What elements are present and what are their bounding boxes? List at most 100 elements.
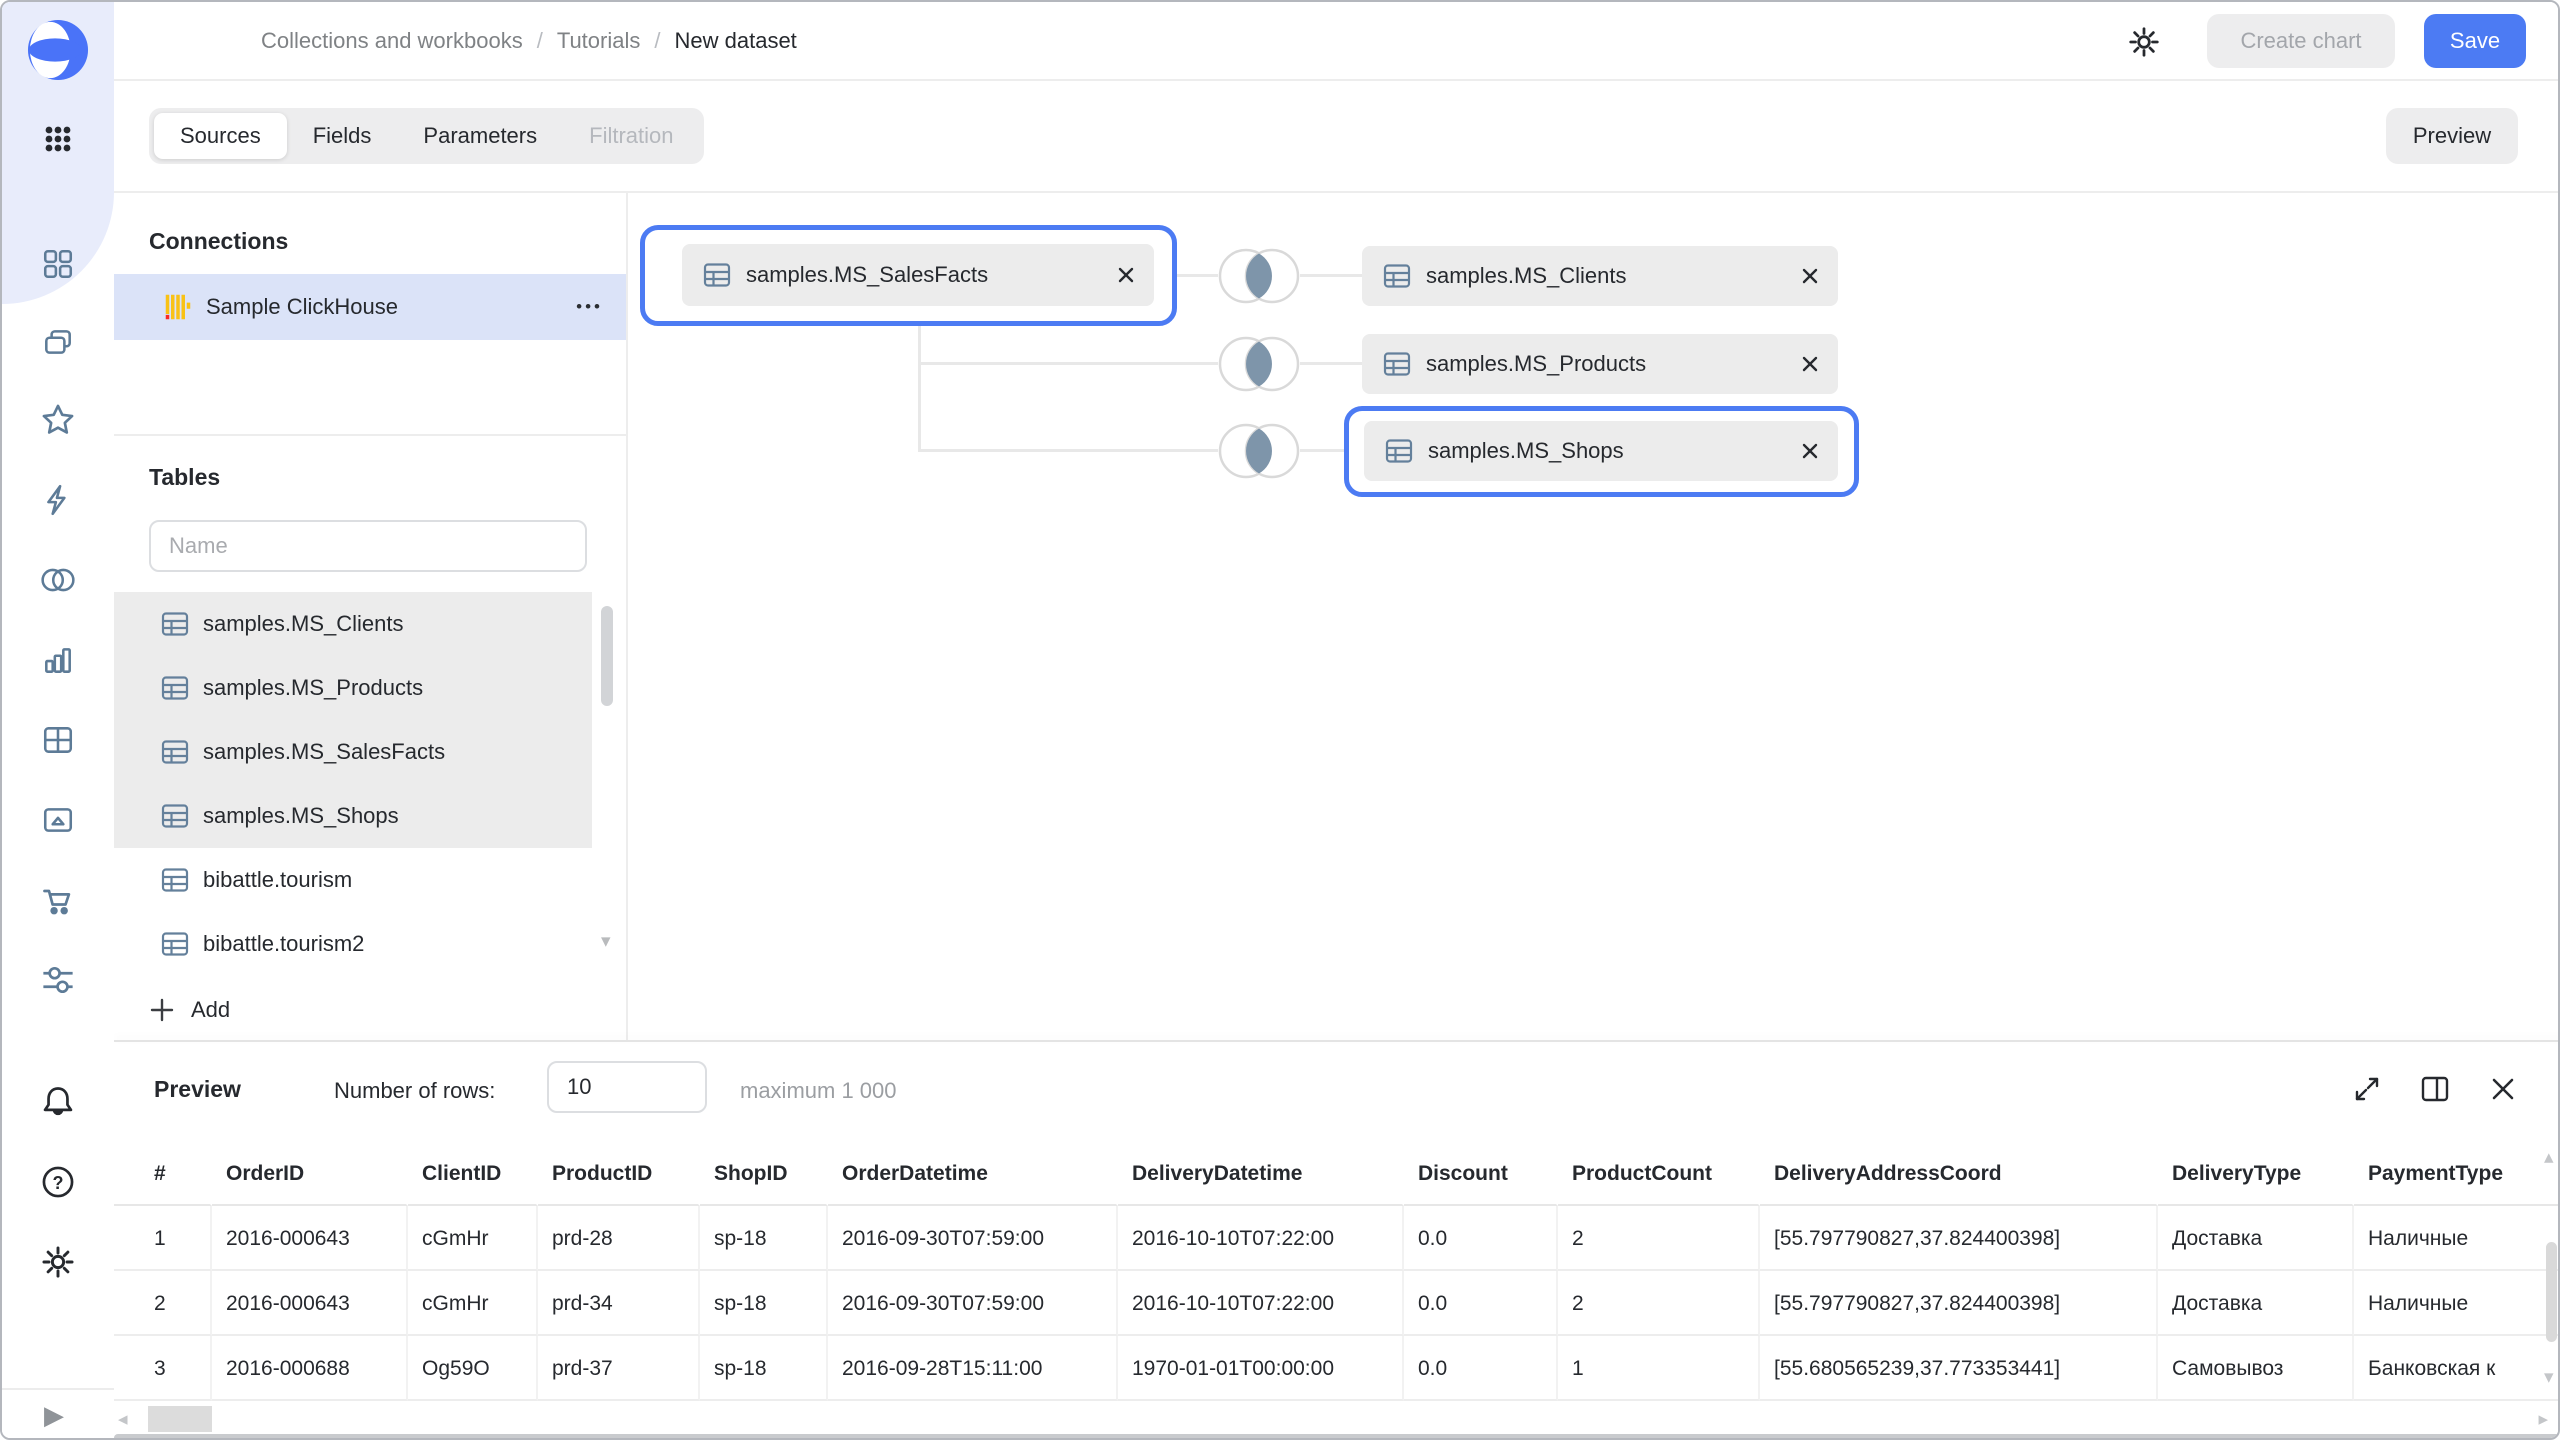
tables-title: Tables xyxy=(149,464,220,491)
notifications-bell-icon[interactable] xyxy=(40,1084,76,1120)
join-wire xyxy=(918,449,1218,452)
cell: 1970-01-01T00:00:00 xyxy=(1118,1336,1404,1401)
vertical-scrollbar-thumb[interactable] xyxy=(2546,1242,2557,1342)
preview-toggle-button[interactable]: Preview xyxy=(2386,108,2518,164)
rail-divider xyxy=(2,1388,114,1390)
source-node-clients[interactable]: samples.MS_Clients xyxy=(1362,246,1838,306)
rows-count-input[interactable] xyxy=(547,1061,707,1113)
settings-gear-icon[interactable] xyxy=(40,1244,76,1280)
source-node-shops[interactable]: samples.MS_Shops xyxy=(1364,421,1838,481)
inner-join-icon[interactable] xyxy=(1216,247,1302,305)
remove-source-icon[interactable] xyxy=(1800,441,1820,461)
table-icon xyxy=(160,929,190,959)
connection-name: Sample ClickHouse xyxy=(206,294,398,320)
remove-source-icon[interactable] xyxy=(1800,266,1820,286)
breadcrumb-separator: / xyxy=(654,28,660,54)
column-header: # xyxy=(114,1142,212,1206)
breadcrumb-collections[interactable]: Collections and workbooks xyxy=(261,28,523,54)
table-list-item[interactable]: samples.MS_Products xyxy=(114,656,592,720)
header: Collections and workbooks / Tutorials / … xyxy=(114,2,2560,80)
cell: 2016-09-28T15:11:00 xyxy=(828,1336,1118,1401)
scroll-up-icon[interactable]: ▴ xyxy=(2544,1148,2554,1167)
cell: 2 xyxy=(114,1271,212,1336)
lightning-icon[interactable] xyxy=(40,482,76,518)
datasets-venn-icon[interactable] xyxy=(40,562,76,598)
scroll-down-icon[interactable]: ▾ xyxy=(2544,1368,2554,1387)
inner-join-icon[interactable] xyxy=(1216,335,1302,393)
cell: 2016-10-10T07:22:00 xyxy=(1118,1271,1404,1336)
horizontal-scrollbar[interactable]: ◂ ▸ xyxy=(114,1405,2560,1433)
inner-join-icon[interactable] xyxy=(1216,422,1302,480)
table-list-scrollbar-thumb[interactable] xyxy=(601,606,613,706)
cell: Наличные xyxy=(2354,1271,2560,1336)
cell: 2016-09-30T07:59:00 xyxy=(828,1206,1118,1271)
remove-source-icon[interactable] xyxy=(1116,265,1136,285)
cell: 0.0 xyxy=(1404,1206,1558,1271)
scroll-down-icon[interactable]: ▾ xyxy=(601,932,611,951)
services-sliders-icon[interactable] xyxy=(40,962,76,998)
storage-folder-image-icon[interactable] xyxy=(40,802,76,838)
scroll-right-icon[interactable]: ▸ xyxy=(2538,1410,2548,1429)
save-button[interactable]: Save xyxy=(2424,14,2526,68)
table-list-item[interactable]: samples.MS_Shops xyxy=(114,784,592,848)
breadcrumb-current-page: New dataset xyxy=(675,28,797,54)
cell: Наличные xyxy=(2354,1206,2560,1271)
source-node-salesfacts[interactable]: samples.MS_SalesFacts xyxy=(682,244,1154,306)
table-row: 3 2016-000688 Og59O prd-37 sp-18 2016-09… xyxy=(114,1336,2560,1401)
expand-preview-icon[interactable] xyxy=(2350,1072,2384,1106)
table-icon xyxy=(160,609,190,639)
bottom-scrollbar-track[interactable] xyxy=(114,1434,2560,1440)
column-header: Discount xyxy=(1404,1142,1558,1206)
source-node-products[interactable]: samples.MS_Products xyxy=(1362,334,1838,394)
connection-item-sample-clickhouse[interactable]: Sample ClickHouse ••• xyxy=(114,274,627,340)
table-name: samples.MS_Shops xyxy=(203,803,399,829)
datalens-logo[interactable] xyxy=(26,18,90,82)
horizontal-scrollbar-thumb[interactable] xyxy=(148,1406,212,1432)
star-icon[interactable] xyxy=(40,402,76,438)
cell: 0.0 xyxy=(1404,1271,1558,1336)
source-node-label: samples.MS_Products xyxy=(1426,351,1646,377)
preview-table: # OrderID ClientID ProductID ShopID Orde… xyxy=(114,1142,2560,1401)
cell: [55.797790827,37.824400398] xyxy=(1760,1206,2158,1271)
table-list-item[interactable]: bibattle.tourism xyxy=(114,848,592,912)
grid-squares-icon[interactable] xyxy=(40,246,76,282)
apps-grid-icon[interactable] xyxy=(40,121,76,157)
collapse-panel-icon[interactable]: ▶ xyxy=(44,1400,64,1431)
tab-parameters[interactable]: Parameters xyxy=(397,113,563,159)
bar-chart-icon[interactable] xyxy=(40,642,76,678)
table-list-item[interactable]: samples.MS_Clients xyxy=(114,592,592,656)
dataset-settings-gear-icon[interactable] xyxy=(2127,25,2161,59)
cell: cGmHr xyxy=(408,1206,538,1271)
add-table-button[interactable]: Add xyxy=(149,984,230,1036)
breadcrumb-tutorials[interactable]: Tutorials xyxy=(557,28,641,54)
connections-title: Connections xyxy=(149,228,288,255)
source-node-label: samples.MS_Shops xyxy=(1428,438,1624,464)
remove-source-icon[interactable] xyxy=(1800,354,1820,374)
table-search-input[interactable] xyxy=(149,520,587,572)
connection-menu-icon[interactable]: ••• xyxy=(576,297,603,317)
cell: 1 xyxy=(114,1206,212,1271)
marketplace-cart-icon[interactable] xyxy=(40,882,76,918)
column-header: PaymentType xyxy=(2354,1142,2560,1206)
join-wire xyxy=(918,362,1218,365)
table-list-item[interactable]: samples.MS_SalesFacts xyxy=(114,720,592,784)
column-header: ClientID xyxy=(408,1142,538,1206)
dashboard-table-icon[interactable] xyxy=(40,722,76,758)
help-icon[interactable]: ? xyxy=(40,1164,76,1200)
tab-fields[interactable]: Fields xyxy=(287,113,398,159)
join-wire xyxy=(1300,362,1362,365)
create-chart-button[interactable]: Create chart xyxy=(2207,14,2395,68)
table-list-item[interactable]: bibattle.tourism2 xyxy=(114,912,592,976)
scroll-left-icon[interactable]: ◂ xyxy=(118,1410,128,1429)
tab-sources[interactable]: Sources xyxy=(154,113,287,159)
folders-icon[interactable] xyxy=(40,324,76,360)
preview-table-header: # OrderID ClientID ProductID ShopID Orde… xyxy=(114,1142,2560,1206)
dock-preview-icon[interactable] xyxy=(2418,1072,2452,1106)
table-name: samples.MS_SalesFacts xyxy=(203,739,445,765)
column-header: OrderDatetime xyxy=(828,1142,1118,1206)
close-preview-icon[interactable] xyxy=(2486,1072,2520,1106)
tab-filtration[interactable]: Filtration xyxy=(563,113,699,159)
join-wire xyxy=(1177,274,1218,277)
cell: Банковская к xyxy=(2354,1336,2560,1401)
cell: [55.680565239,37.773353441] xyxy=(1760,1336,2158,1401)
